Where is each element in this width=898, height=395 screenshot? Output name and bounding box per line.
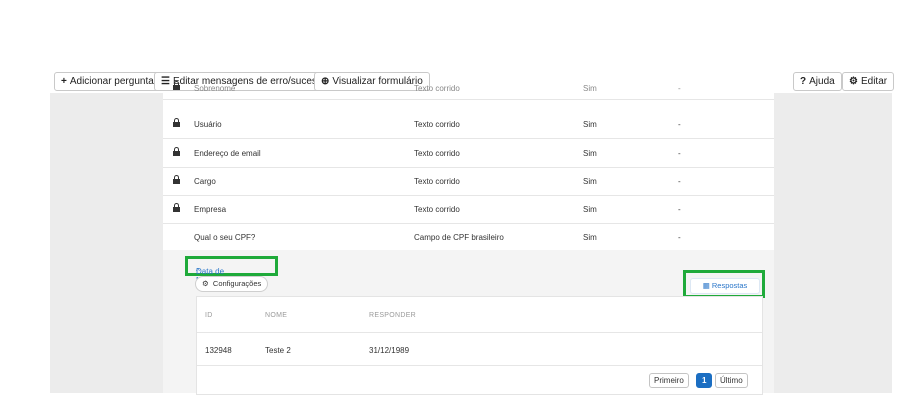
lock-icon [173,175,180,184]
pagination-first[interactable]: Primeiro [649,373,689,388]
field-row[interactable]: Sobrenome Texto corrido Sim - [163,79,774,100]
pagination-page-1[interactable]: 1 [696,373,713,388]
field-row[interactable]: Usuário Texto corrido Sim - [163,110,774,139]
lock-icon [173,203,180,212]
field-row[interactable]: Qual o seu CPF? Campo de CPF brasileiro … [163,223,774,252]
edit-button[interactable]: ⚙ Editar [842,72,895,91]
field-row[interactable]: Cargo Texto corrido Sim - [163,167,774,196]
help-button[interactable]: ? Ajuda [793,72,842,91]
table-icon: ▦ [702,281,710,290]
column-header-id: ID [205,312,213,319]
column-header-answer: RESPONDER [369,312,417,319]
field-row[interactable]: Endereço de email Texto corrido Sim - [163,139,774,168]
lock-icon [173,81,180,90]
plus-icon: + [61,76,67,87]
lock-icon [173,118,180,127]
question-circle-icon: ? [800,76,807,87]
gear-icon: ⚙ [849,76,858,87]
responses-highlight: ▦ Respostas [683,270,765,298]
gear-icon: ⚙ [202,279,209,288]
divider [197,332,762,333]
configurations-button[interactable]: ⚙ Configurações [195,276,269,292]
column-header-name: NOME [265,312,288,319]
divider [197,365,762,366]
add-question-button[interactable]: + Adicionar pergunta [54,72,161,91]
field-row[interactable]: Empresa Texto corrido Sim - [163,195,774,224]
responses-table: ID NOME RESPONDER 132948 Teste 2 31/12/1… [196,296,763,395]
expanded-field-toggle[interactable]: Data de Nascimento ^ [185,256,278,285]
lock-icon [173,147,180,156]
pagination-last[interactable]: Último [715,373,748,388]
chevron-up-icon: ^ [196,267,200,276]
responses-button[interactable]: ▦ Respostas [690,278,760,294]
